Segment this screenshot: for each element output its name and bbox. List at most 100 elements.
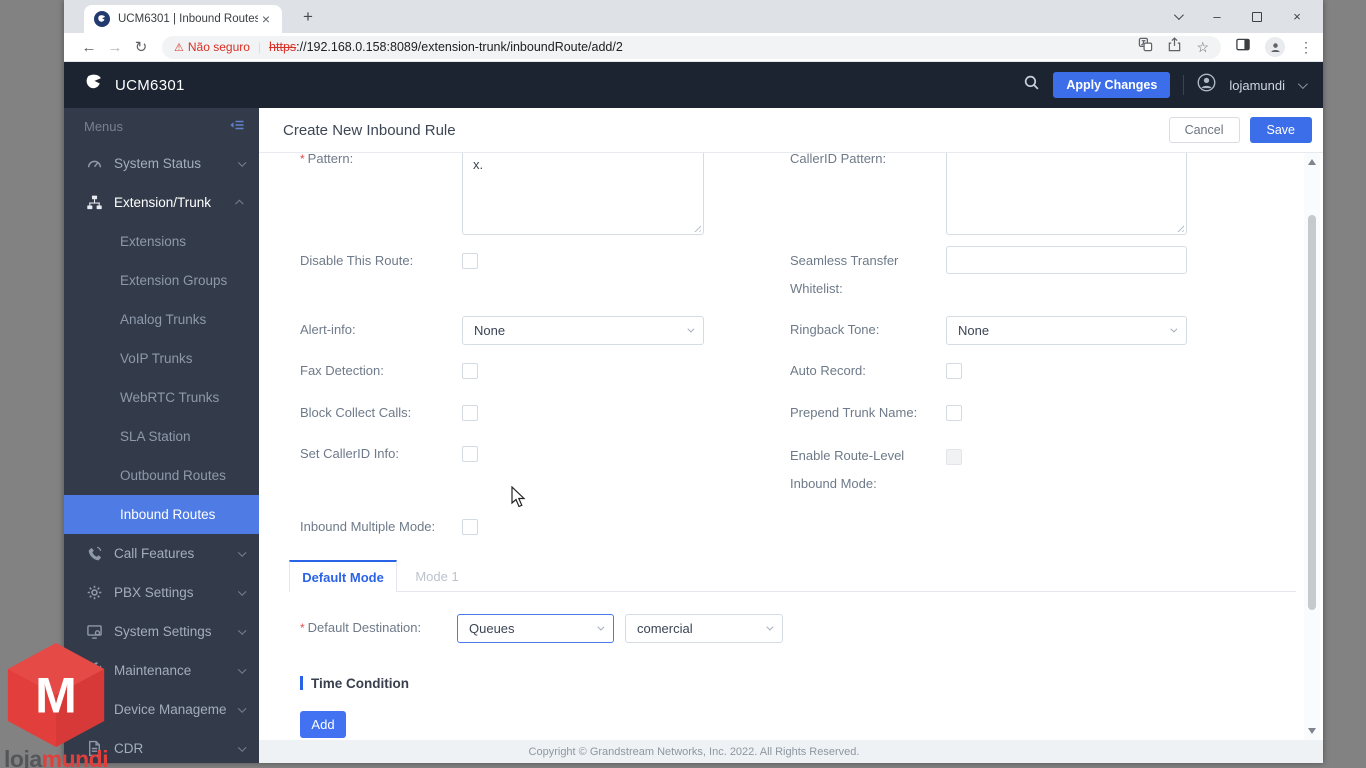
- translate-icon[interactable]: [1138, 37, 1153, 57]
- grandstream-logo-icon: [84, 72, 105, 98]
- tab-default-mode[interactable]: Default Mode: [289, 560, 397, 592]
- phone-icon: [86, 545, 103, 562]
- search-icon[interactable]: [1023, 74, 1040, 96]
- sidebar-subitem-sla-station[interactable]: SLA Station: [64, 417, 259, 456]
- scroll-down-arrow-icon[interactable]: [1308, 728, 1316, 734]
- callerid-pattern-label: CallerID Pattern:: [790, 153, 887, 166]
- chevron-down-icon: [237, 626, 246, 634]
- chevron-down-icon: [687, 325, 695, 333]
- save-button[interactable]: Save: [1249, 117, 1312, 143]
- sidebar-item-extension-trunk[interactable]: Extension/Trunk: [64, 183, 259, 222]
- browser-tab-bar: UCM6301 | Inbound Routes × + – ×: [64, 0, 1323, 33]
- disable-route-label: Disable This Route:: [300, 253, 414, 268]
- pattern-textarea[interactable]: x.: [462, 153, 704, 235]
- window-minimize-button[interactable]: –: [1197, 0, 1237, 33]
- chevron-up-icon: [234, 200, 243, 208]
- tab-close-icon[interactable]: ×: [258, 11, 274, 27]
- content-scrollbar[interactable]: [1304, 153, 1320, 740]
- inbound-rule-form: * Pattern: x. CallerID Pattern: Disable T…: [259, 153, 1323, 740]
- sidebar-subitem-outbound-routes[interactable]: Outbound Routes: [64, 456, 259, 495]
- header-divider: [1183, 75, 1185, 95]
- auto-record-checkbox[interactable]: [946, 363, 962, 379]
- scrollbar-thumb[interactable]: [1308, 215, 1316, 610]
- alert-info-label: Alert-info:: [300, 322, 356, 337]
- sidebar-subitem-extension-groups[interactable]: Extension Groups: [64, 261, 259, 300]
- add-time-condition-button[interactable]: Add: [300, 711, 346, 738]
- ringback-tone-select[interactable]: None: [946, 316, 1187, 345]
- chevron-down-icon: [237, 743, 246, 751]
- apply-changes-button[interactable]: Apply Changes: [1053, 72, 1171, 98]
- sidebar-item-cdr[interactable]: CDR: [64, 729, 259, 763]
- time-condition-title: Time Condition: [311, 675, 409, 691]
- new-tab-button[interactable]: +: [296, 6, 320, 28]
- sidebar-item-call-features[interactable]: Call Features: [64, 534, 259, 573]
- toolbar-right: ⋮: [1235, 37, 1313, 57]
- sidebar-item-pbx-settings[interactable]: PBX Settings: [64, 573, 259, 612]
- share-icon[interactable]: [1167, 37, 1182, 57]
- copyright-text: Copyright © Grandstream Networks, Inc. 2…: [528, 745, 860, 758]
- sidebar-subitem-extensions[interactable]: Extensions: [64, 222, 259, 261]
- block-collect-calls-label: Block Collect Calls:: [300, 405, 412, 420]
- browser-menu-icon[interactable]: ⋮: [1299, 39, 1313, 56]
- page-header: Create New Inbound Rule Cancel Save: [259, 108, 1323, 153]
- cancel-button[interactable]: Cancel: [1168, 117, 1240, 143]
- set-callerid-info-label: Set CallerID Info:: [300, 446, 399, 461]
- chevron-down-icon: [237, 704, 246, 712]
- sidebar-subitem-analog-trunks[interactable]: Analog Trunks: [64, 300, 259, 339]
- app-header: UCM6301 Apply Changes lojamundi: [64, 62, 1323, 108]
- destination-target-select[interactable]: comercial: [625, 614, 783, 643]
- page-url: https://192.168.0.158:8089/extension-tru…: [269, 40, 1128, 54]
- device-icon: [86, 701, 103, 718]
- sidebar-subitem-inbound-routes[interactable]: Inbound Routes: [64, 495, 259, 534]
- sidebar-subitem-voip-trunks[interactable]: VoIP Trunks: [64, 339, 259, 378]
- prepend-trunk-name-checkbox[interactable]: [946, 405, 962, 421]
- chevron-down-icon: [237, 548, 246, 556]
- block-collect-calls-checkbox[interactable]: [462, 405, 478, 421]
- chevron-down-icon: [597, 623, 605, 631]
- set-callerid-info-checkbox[interactable]: [462, 446, 478, 462]
- browser-tab[interactable]: UCM6301 | Inbound Routes ×: [84, 5, 282, 33]
- alert-info-select[interactable]: None: [462, 316, 704, 345]
- window-controls: – ×: [1157, 0, 1317, 33]
- username[interactable]: lojamundi: [1229, 78, 1285, 93]
- product-name: UCM6301: [115, 76, 185, 94]
- sidebar-item-device-management[interactable]: Device Management: [64, 690, 259, 729]
- tab-mode-1[interactable]: Mode 1: [397, 560, 477, 592]
- user-avatar-icon[interactable]: [1197, 73, 1216, 97]
- side-panel-icon[interactable]: [1235, 37, 1251, 57]
- disable-route-checkbox[interactable]: [462, 253, 478, 269]
- fax-detection-checkbox[interactable]: [462, 363, 478, 379]
- sidebar: Menus System Status Extension/Trunk Exte…: [64, 108, 259, 763]
- gauge-icon: [86, 155, 103, 172]
- sitemap-icon: [86, 194, 103, 211]
- destination-type-select[interactable]: Queues: [457, 614, 614, 643]
- url-divider: |: [257, 40, 262, 54]
- inbound-multiple-mode-checkbox[interactable]: [462, 519, 478, 535]
- sidebar-item-system-settings[interactable]: System Settings: [64, 612, 259, 651]
- address-bar[interactable]: ⚠ Não seguro | https://192.168.0.158:808…: [162, 35, 1221, 59]
- url-remainder: ://192.168.0.158:8089/extension-trunk/in…: [296, 40, 623, 54]
- desktop: { "browser": { "tab_title": "UCM6301 | I…: [0, 0, 1366, 768]
- window-menu-chevron-icon[interactable]: [1157, 0, 1197, 33]
- window-close-button[interactable]: ×: [1277, 0, 1317, 33]
- page-title: Create New Inbound Rule: [283, 121, 456, 139]
- back-button[interactable]: ←: [76, 35, 102, 59]
- forward-button[interactable]: →: [102, 35, 128, 59]
- user-menu-chevron-icon[interactable]: [1297, 78, 1308, 89]
- sidebar-item-system-status[interactable]: System Status: [64, 144, 259, 183]
- sidebar-subitem-webrtc-trunks[interactable]: WebRTC Trunks: [64, 378, 259, 417]
- seamless-transfer-input[interactable]: [946, 246, 1187, 274]
- chevron-down-icon: [237, 158, 246, 166]
- collapse-menu-icon[interactable]: [229, 117, 245, 136]
- inbound-multiple-mode-label: Inbound Multiple Mode:: [300, 519, 436, 534]
- seamless-transfer-label: Seamless Transfer Whitelist:: [790, 253, 899, 296]
- scroll-up-arrow-icon[interactable]: [1308, 159, 1316, 165]
- bookmark-star-icon[interactable]: ☆: [1196, 39, 1209, 56]
- browser-profile-avatar[interactable]: [1265, 37, 1285, 57]
- window-restore-button[interactable]: [1237, 0, 1277, 33]
- pattern-label: * Pattern:: [300, 153, 354, 166]
- sidebar-item-maintenance[interactable]: Maintenance: [64, 651, 259, 690]
- callerid-pattern-textarea[interactable]: [946, 153, 1187, 235]
- reload-button[interactable]: ↻: [128, 35, 154, 59]
- browser-window: UCM6301 | Inbound Routes × + – × ← → ↻ ⚠…: [64, 0, 1323, 763]
